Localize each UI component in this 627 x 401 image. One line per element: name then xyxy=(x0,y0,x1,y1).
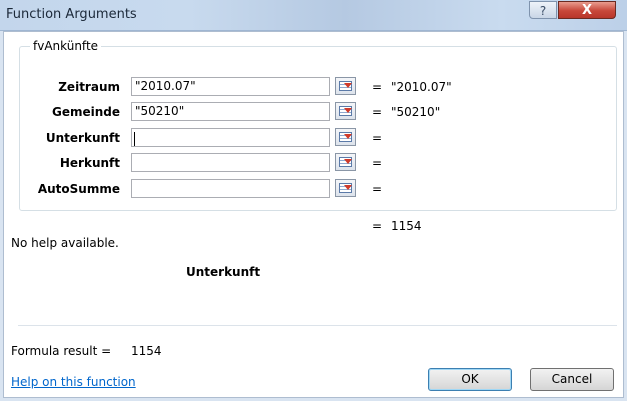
arg-eq-zeitraum: = xyxy=(372,80,383,94)
arg-eq-autosumme: = xyxy=(372,182,383,196)
arg-result-zeitraum: "2010.07" xyxy=(391,80,452,94)
arg-eq-unterkunft: = xyxy=(372,131,383,145)
formula-result-label: Formula result = xyxy=(11,344,112,358)
ref-button-gemeinde[interactable] xyxy=(335,102,356,120)
overall-eq: = xyxy=(372,219,383,233)
arg-label-zeitraum: Zeitraum xyxy=(58,80,120,94)
arrow-icon xyxy=(344,83,352,88)
ok-button[interactable]: OK xyxy=(428,368,512,391)
overall-result: 1154 xyxy=(391,219,422,233)
title-bar: Function Arguments ? X xyxy=(0,0,627,31)
arg-input-herkunft[interactable] xyxy=(131,153,330,172)
ref-button-zeitraum[interactable] xyxy=(335,77,356,95)
help-button[interactable]: ? xyxy=(529,1,557,19)
arg-eq-herkunft: = xyxy=(372,156,383,170)
function-name: fvAnkünfte xyxy=(30,39,102,53)
formula-result-value: 1154 xyxy=(131,344,162,358)
arrow-icon xyxy=(344,134,352,139)
help-link[interactable]: Help on this function xyxy=(11,375,136,389)
arrow-icon xyxy=(344,108,352,113)
arg-label-gemeinde: Gemeinde xyxy=(51,105,120,119)
arg-eq-gemeinde: = xyxy=(372,105,383,119)
window-title: Function Arguments xyxy=(6,7,137,22)
close-button[interactable]: X xyxy=(558,1,616,19)
selected-arg-name: Unterkunft xyxy=(186,265,261,279)
arg-label-autosumme: AutoSumme xyxy=(37,182,120,196)
arrow-icon xyxy=(344,159,352,164)
arg-input-gemeinde[interactable]: "50210" xyxy=(131,102,330,121)
arg-input-zeitraum[interactable]: "2010.07" xyxy=(131,77,330,96)
arg-label-herkunft: Herkunft xyxy=(59,156,120,170)
ref-button-unterkunft[interactable] xyxy=(335,128,356,146)
arg-input-autosumme[interactable] xyxy=(131,179,330,198)
divider xyxy=(18,325,617,326)
arg-label-unterkunft: Unterkunft xyxy=(45,131,120,145)
arrow-icon xyxy=(344,185,352,190)
ref-button-herkunft[interactable] xyxy=(335,153,356,171)
arg-result-gemeinde: "50210" xyxy=(391,105,441,119)
cancel-button[interactable]: Cancel xyxy=(530,368,614,391)
arg-input-unterkunft[interactable] xyxy=(131,128,330,147)
ref-button-autosumme[interactable] xyxy=(335,179,356,197)
help-text: No help available. xyxy=(11,236,119,250)
text-caret xyxy=(134,132,135,146)
